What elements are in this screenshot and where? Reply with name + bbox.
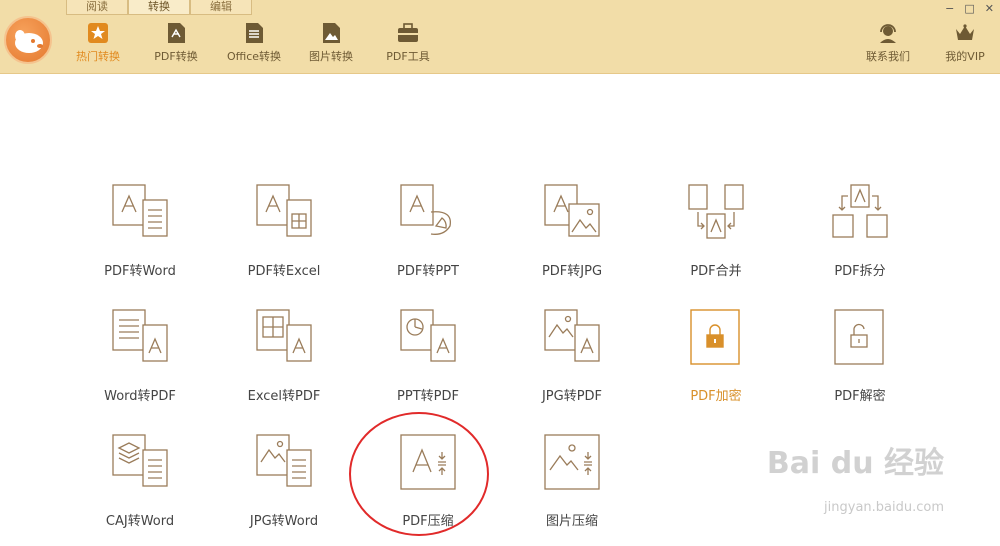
toolbar-pdf-convert[interactable]: PDF转换: [140, 22, 212, 64]
grid-item-pdf-split[interactable]: PDF拆分: [800, 182, 920, 292]
grid-item-pdf-encrypt[interactable]: PDF加密: [656, 307, 776, 417]
grid-item-pdf-to-ppt[interactable]: PDF转PPT: [368, 182, 488, 292]
annotation-circle: [349, 412, 489, 536]
pdf-merge-icon: [688, 184, 744, 239]
grid-item-label: PDF拆分: [834, 264, 886, 279]
grid-item-pdf-decrypt[interactable]: PDF解密: [800, 307, 920, 417]
pdf-to-jpg-icon: [544, 184, 600, 237]
grid-item-label: PDF解密: [834, 389, 886, 404]
toolbar-contact-us[interactable]: 联系我们: [852, 22, 924, 64]
image-compress-icon: [544, 434, 600, 490]
toolbar-hot-convert[interactable]: 热门转换: [62, 22, 134, 64]
app-logo-icon: [15, 30, 43, 53]
pdf-icon: [168, 23, 185, 43]
crown-icon: [956, 24, 974, 40]
toolbar-label: 图片转换: [309, 50, 353, 63]
restore-icon[interactable]: □: [964, 2, 974, 15]
watermark-logo: Bai du 经验: [766, 446, 944, 481]
grid-item-excel-to-pdf[interactable]: Excel转PDF: [224, 307, 344, 417]
grid-item-label: JPG转PDF: [541, 389, 603, 404]
grid-item-label: PDF转PPT: [397, 264, 459, 279]
grid-item-jpg-to-word[interactable]: JPG转Word: [224, 432, 344, 542]
toolbar-label: 联系我们: [866, 50, 910, 63]
window-controls: − □ ✕: [945, 2, 994, 15]
toolbar-label: PDF转换: [154, 50, 198, 63]
tab-convert[interactable]: 转换: [128, 0, 190, 15]
tab-read[interactable]: 阅读: [66, 0, 128, 15]
grid-item-label: 图片压缩: [545, 514, 598, 529]
headset-icon: [880, 24, 896, 43]
grid-item-pdf-merge[interactable]: PDF合并: [656, 182, 776, 292]
jpg-to-pdf-icon: [544, 309, 600, 362]
toolbox-icon: [398, 23, 418, 42]
minimize-icon[interactable]: −: [945, 2, 954, 15]
grid-item-label: CAJ转Word: [105, 514, 175, 529]
caj-to-word-icon: [112, 434, 168, 487]
grid-item-pdf-to-jpg[interactable]: PDF转JPG: [512, 182, 632, 292]
app-logo: [4, 16, 52, 64]
office-doc-icon: [246, 23, 263, 43]
word-to-pdf-icon: [112, 309, 168, 362]
toolbar-label: 热门转换: [76, 50, 120, 63]
grid-item-label: Excel转PDF: [247, 389, 321, 404]
grid-item-ppt-to-pdf[interactable]: PPT转PDF: [368, 307, 488, 417]
star-icon: [88, 23, 108, 43]
grid-item-jpg-to-pdf[interactable]: JPG转PDF: [512, 307, 632, 417]
top-tabs: 阅读 转换 编辑: [66, 0, 252, 15]
pdf-encrypt-icon: [690, 309, 740, 365]
close-icon[interactable]: ✕: [985, 2, 994, 15]
excel-to-pdf-icon: [256, 309, 312, 362]
grid-item-pdf-to-excel[interactable]: PDF转Excel: [224, 182, 344, 292]
grid-item-caj-to-word[interactable]: CAJ转Word: [80, 432, 200, 542]
tab-edit[interactable]: 编辑: [190, 0, 252, 15]
pdf-split-icon: [832, 184, 888, 238]
grid-item-label: PDF转JPG: [541, 264, 603, 279]
grid-item-label: PDF合并: [690, 264, 742, 279]
grid-item-image-compress[interactable]: 图片压缩: [512, 432, 632, 542]
pdf-to-ppt-icon: [400, 184, 452, 235]
pdf-to-excel-icon: [256, 184, 312, 237]
toolbar-label: 我的VIP: [945, 50, 985, 63]
grid-item-label: PDF转Excel: [247, 264, 321, 279]
jpg-to-word-icon: [256, 434, 312, 487]
image-icon: [323, 23, 340, 43]
app-header: 阅读 转换 编辑 − □ ✕ 热门转换 PDF转换 Office转换 图片转换 …: [0, 0, 1000, 74]
grid-item-label: PDF加密: [690, 389, 742, 404]
pdf-to-word-icon: [112, 184, 168, 237]
grid-item-label: Word转PDF: [104, 389, 176, 404]
grid-item-label: PPT转PDF: [397, 389, 459, 404]
toolbar-office-convert[interactable]: Office转换: [218, 22, 290, 64]
grid-item-pdf-to-word[interactable]: PDF转Word: [80, 182, 200, 292]
ppt-to-pdf-icon: [400, 309, 456, 362]
grid-item-word-to-pdf[interactable]: Word转PDF: [80, 307, 200, 417]
grid-item-label: PDF转Word: [104, 264, 176, 279]
toolbar-label: PDF工具: [386, 50, 430, 63]
toolbar-label: Office转换: [226, 50, 282, 63]
watermark-url: jingyan.baidu.com: [824, 500, 944, 515]
pdf-decrypt-icon: [834, 309, 884, 365]
toolbar-pdf-tools[interactable]: PDF工具: [372, 22, 444, 64]
toolbar-my-vip[interactable]: 我的VIP: [929, 22, 1000, 64]
grid-item-label: JPG转Word: [249, 514, 319, 529]
toolbar-image-convert[interactable]: 图片转换: [295, 22, 367, 64]
